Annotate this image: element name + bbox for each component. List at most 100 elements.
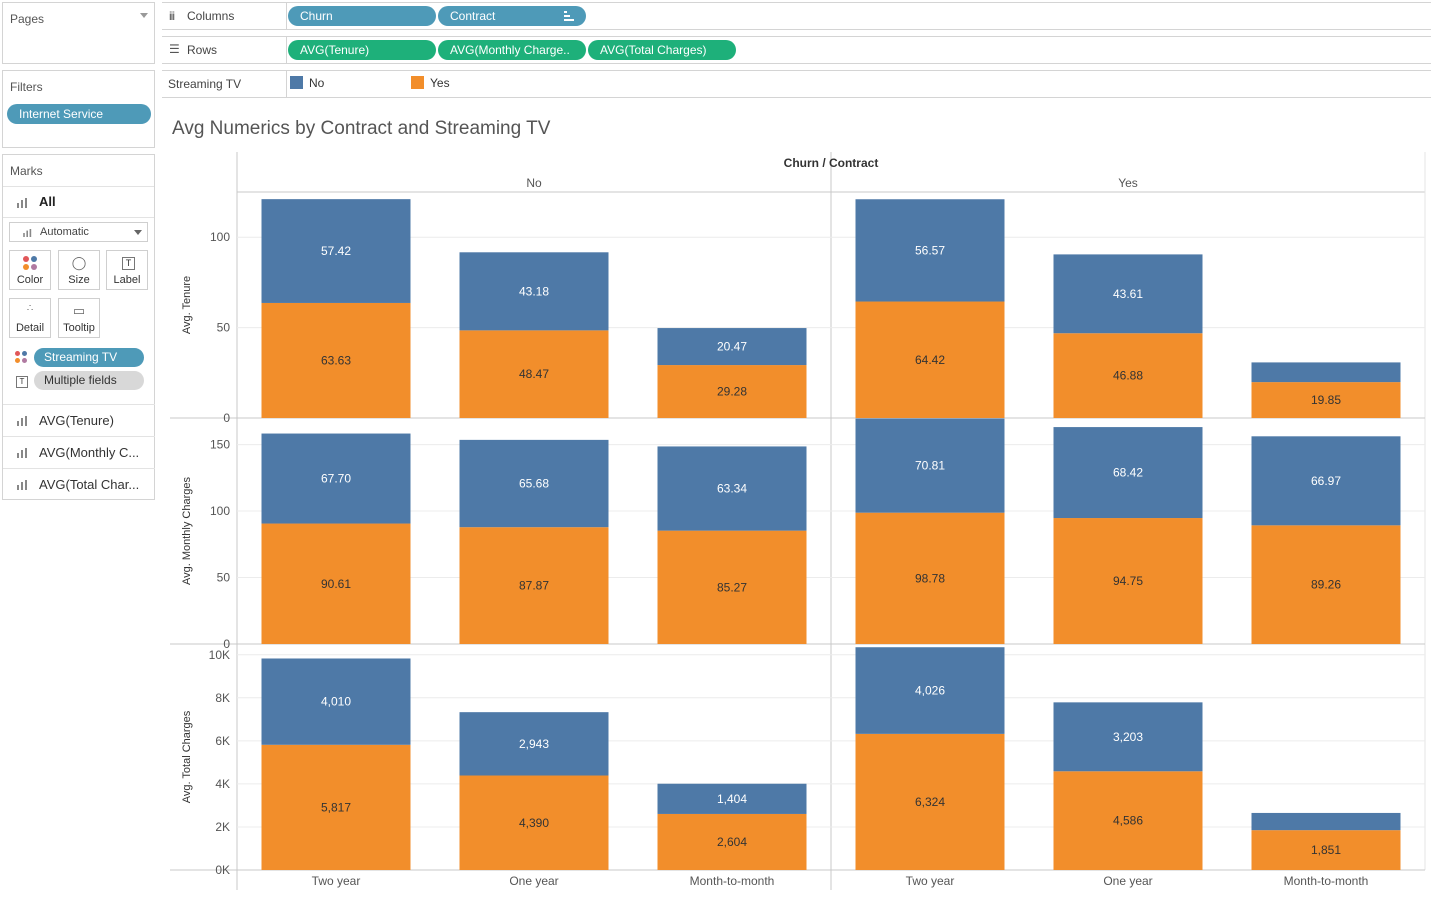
bar-segment-no xyxy=(1251,362,1401,383)
legend-shelf: Streaming TV No Yes xyxy=(162,70,1431,98)
color-dots-icon xyxy=(23,256,39,270)
y-tick-label: 6K xyxy=(215,734,230,748)
x-category-label: Month-to-month xyxy=(1284,874,1369,888)
chevron-down-icon xyxy=(134,230,142,235)
pane-header-yes: Yes xyxy=(1118,176,1138,190)
label-button-label: Label xyxy=(113,274,141,286)
y-tick-label: 100 xyxy=(210,230,230,244)
bar-chart-icon xyxy=(17,448,29,458)
text-t-icon: T xyxy=(122,257,135,270)
bar-label-yes: 90.61 xyxy=(321,577,351,591)
x-category-label: Two year xyxy=(906,874,955,888)
pages-card[interactable]: Pages xyxy=(2,2,155,64)
bar-segment-no xyxy=(1251,812,1401,831)
bar-label-yes: 46.88 xyxy=(1113,369,1143,383)
y-axis-title: Avg. Total Charges xyxy=(181,710,193,803)
mark-type-label: Automatic xyxy=(40,226,89,238)
color-dots-icon xyxy=(15,351,29,365)
bar-label-yes: 4,586 xyxy=(1113,814,1143,828)
y-tick-label: 50 xyxy=(217,571,231,585)
pages-title: Pages xyxy=(10,12,45,26)
bar-label-no: 68.42 xyxy=(1113,466,1143,480)
bar-label-yes: 19.85 xyxy=(1311,393,1341,407)
bar-label-no: 4,026 xyxy=(915,684,945,698)
speech-bubble-icon: ▭ xyxy=(72,303,86,318)
bar-label-no: 4,010 xyxy=(321,695,351,709)
sort-descending-icon[interactable] xyxy=(564,11,574,21)
bar-label-yes: 63.63 xyxy=(321,353,351,367)
bar-label-yes: 29.28 xyxy=(717,385,747,399)
bar-label-yes: 5,817 xyxy=(321,800,351,814)
bar-label-yes: 89.26 xyxy=(1311,578,1341,592)
bar-label-yes: 98.78 xyxy=(915,571,945,585)
shelf-divider xyxy=(286,3,287,29)
y-tick-label: 8K xyxy=(215,691,230,705)
bar-label-no: 2,943 xyxy=(519,737,549,751)
rows-pill-avg-total-charges[interactable]: AVG(Total Charges) xyxy=(588,40,736,60)
y-tick-label: 150 xyxy=(210,438,230,452)
columns-shelf[interactable]: iii Columns Churn Contract xyxy=(162,2,1431,30)
bar-chart-icon xyxy=(23,229,33,237)
x-category-label: Month-to-month xyxy=(690,874,775,888)
bar-label-no: 70.81 xyxy=(915,459,945,473)
shelf-divider xyxy=(286,37,287,63)
stacked-bar-chart: Churn / Contract No Yes 0 50 100 Avg. Tenure 63… xyxy=(170,152,1426,890)
text-t-icon: T xyxy=(16,376,28,388)
y-axis-title: Avg. Tenure xyxy=(181,276,193,334)
legend-label-yes: Yes xyxy=(430,76,450,90)
measure-label: AVG(Total Char... xyxy=(39,477,140,492)
bar-label-no: 57.42 xyxy=(321,244,351,258)
rows-pill-avg-monthly-charges[interactable]: AVG(Monthly Charge.. xyxy=(438,40,586,60)
size-button-label: Size xyxy=(68,274,90,286)
measure-label: AVG(Tenure) xyxy=(39,413,114,428)
y-tick-label: 50 xyxy=(217,321,231,335)
measure-avg-monthly-charges[interactable]: AVG(Monthly C... xyxy=(3,436,155,467)
detail-button[interactable]: ∴ Detail xyxy=(9,298,51,338)
bar-label-no: 67.70 xyxy=(321,472,351,486)
legend-swatch-yes[interactable] xyxy=(411,76,424,89)
color-button[interactable]: Color xyxy=(9,250,51,290)
chevron-down-icon[interactable] xyxy=(140,13,148,18)
bar-label-yes: 6,324 xyxy=(915,795,945,809)
marks-all-row[interactable]: All xyxy=(3,186,154,218)
bar-label-no: 66.97 xyxy=(1311,474,1341,488)
bar-label-no: 1,404 xyxy=(717,792,747,806)
y-tick-label: 0K xyxy=(215,863,230,877)
label-pill-multiple-fields[interactable]: Multiple fields xyxy=(34,371,144,390)
bar-label-yes: 64.42 xyxy=(915,353,945,367)
viz-area: Avg Numerics by Contract and Streaming T… xyxy=(162,104,1431,898)
marks-card: Marks All Automatic Color ◯ Size T Label… xyxy=(2,154,155,500)
rows-label: Rows xyxy=(187,43,218,57)
legend-swatch-no[interactable] xyxy=(290,76,303,89)
y-tick-label: 100 xyxy=(210,504,230,518)
measure-avg-tenure[interactable]: AVG(Tenure) xyxy=(3,404,155,435)
color-pill-streaming-tv[interactable]: Streaming TV xyxy=(34,348,144,367)
label-button[interactable]: T Label xyxy=(106,250,148,290)
filter-pill-internet-service[interactable]: Internet Service xyxy=(7,104,151,124)
bar-label-no: 65.68 xyxy=(519,477,549,491)
detail-button-label: Detail xyxy=(15,322,45,334)
mark-type-dropdown[interactable]: Automatic xyxy=(9,222,148,242)
marks-all-label: All xyxy=(39,194,56,209)
measure-avg-total-charges[interactable]: AVG(Total Char... xyxy=(3,468,155,499)
rows-pill-avg-tenure[interactable]: AVG(Tenure) xyxy=(288,40,436,60)
rows-icon: ☰ xyxy=(169,42,180,56)
columns-pill-churn[interactable]: Churn xyxy=(288,6,436,26)
y-tick-label: 10K xyxy=(209,648,230,662)
bar-label-yes: 1,851 xyxy=(1311,843,1341,857)
tooltip-button[interactable]: ▭ Tooltip xyxy=(58,298,100,338)
bar-chart-icon xyxy=(17,416,29,426)
marks-title: Marks xyxy=(10,164,43,178)
detail-dots-icon: ∴ xyxy=(26,303,34,314)
size-button[interactable]: ◯ Size xyxy=(58,250,100,290)
x-category-label: One year xyxy=(1103,874,1152,888)
tooltip-button-label: Tooltip xyxy=(63,322,95,334)
bar-chart-icon xyxy=(17,198,29,208)
bar-label-no: 63.34 xyxy=(717,482,747,496)
bar-label-yes: 94.75 xyxy=(1113,574,1143,588)
columns-label: Columns xyxy=(187,9,235,23)
rows-shelf[interactable]: ☰ Rows AVG(Tenure) AVG(Monthly Charge.. … xyxy=(162,36,1431,64)
bar-label-yes: 85.27 xyxy=(717,580,747,594)
bar-chart-icon xyxy=(17,480,29,490)
legend-label-no: No xyxy=(309,76,325,90)
